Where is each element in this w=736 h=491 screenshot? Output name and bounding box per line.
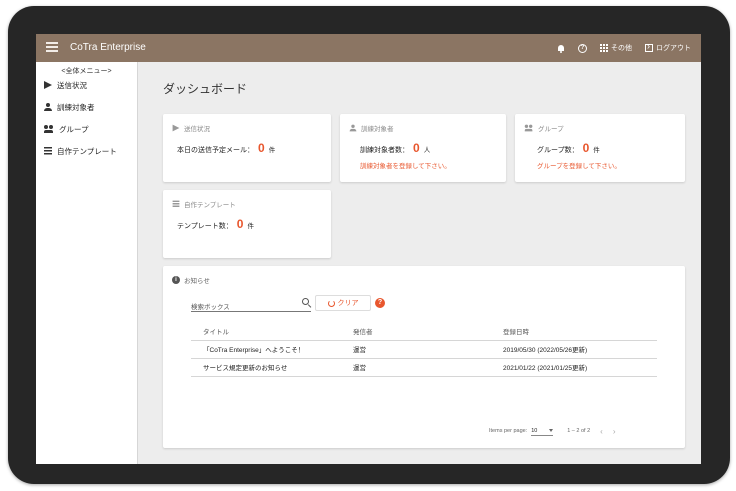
previous-page-button[interactable]: ‹ — [600, 427, 603, 436]
stat-value: 0 — [413, 141, 420, 155]
stat-label: テンプレート数： — [177, 223, 233, 230]
top-app-bar: CoTra Enterprise ? その他 ログアウト — [36, 34, 701, 62]
main-content: ダッシュボード 送信状況 本日の送信予定メール： 0 件 訓練対象者 訓練対象者… — [139, 62, 701, 464]
sidebar: <全体メニュー> 送信状況 訓練対象者 グループ 自作テンプレート — [36, 62, 138, 464]
stat-label: 本日の送信予定メール： — [177, 147, 254, 154]
templates-card: 自作テンプレート テンプレート数： 0 件 — [163, 190, 331, 258]
page-size-value: 10 — [531, 427, 538, 434]
groups-warning: グループを登録して下さい。 — [537, 163, 621, 170]
send-icon — [172, 124, 180, 132]
notices-card: i お知らせ クリア ? タイトル 発信者 — [163, 266, 685, 448]
card-header: 自作テンプレート — [172, 199, 236, 209]
sidebar-item-label: 自作テンプレート — [57, 146, 117, 156]
other-menu-button[interactable]: その他 — [600, 43, 632, 53]
logout-icon — [645, 41, 653, 52]
targets-warning: 訓練対象者を登録して下さい。 — [360, 163, 451, 170]
cell-sender: 運営 — [341, 358, 491, 377]
cell-title: 「CoTra Enterprise」へようこそ！ — [191, 340, 341, 359]
card-title: お知らせ — [184, 278, 210, 285]
card-header: i お知らせ — [172, 275, 210, 285]
paginator: Items per page: 10 1 – 2 of 2 ‹ › — [489, 426, 616, 436]
stat-label: グループ数： — [537, 147, 579, 154]
page-size-select[interactable]: 10 — [531, 426, 554, 436]
search-icon[interactable] — [302, 298, 309, 305]
cell-title: サービス規定更新のお知らせ — [191, 358, 341, 377]
card-header: 送信状況 — [172, 123, 210, 133]
group-icon — [524, 124, 534, 132]
clear-button-label: クリア — [337, 300, 359, 307]
stat-label: 訓練対象者数： — [360, 147, 409, 154]
table-header-row: タイトル 発信者 登録日時 — [191, 322, 657, 341]
group-icon — [44, 125, 54, 133]
sidebar-item-label: 訓練対象者 — [57, 102, 95, 112]
help-icon[interactable]: ? — [375, 298, 385, 308]
column-header-sender[interactable]: 発信者 — [341, 322, 491, 341]
refresh-icon — [327, 299, 335, 307]
stat-unit: 件 — [247, 223, 254, 230]
table-row[interactable]: サービス規定更新のお知らせ 運営 2021/01/22 (2021/01/25更… — [191, 358, 657, 377]
list-icon — [44, 147, 52, 155]
other-menu-label: その他 — [611, 45, 632, 52]
grid-icon — [600, 44, 608, 52]
stat-unit: 件 — [268, 147, 276, 154]
stat-unit: 人 — [423, 147, 431, 154]
top-actions: ? その他 ログアウト — [557, 34, 691, 62]
stat-value: 0 — [258, 141, 265, 155]
groups-card: グループ グループ数： 0 件 グループを登録して下さい。 — [515, 114, 685, 182]
card-header: 訓練対象者 — [349, 123, 394, 133]
send-status-card: 送信状況 本日の送信予定メール： 0 件 — [163, 114, 331, 182]
card-title: 自作テンプレート — [184, 202, 236, 209]
sidebar-item-label: 送信状況 — [57, 80, 87, 90]
groups-stat: グループ数： 0 件 — [537, 141, 600, 155]
sidebar-item-targets[interactable]: 訓練対象者 — [36, 96, 137, 118]
sidebar-item-send-status[interactable]: 送信状況 — [36, 74, 137, 96]
bell-icon — [557, 44, 565, 53]
sidebar-item-templates[interactable]: 自作テンプレート — [36, 140, 137, 162]
cell-sender: 運営 — [341, 340, 491, 359]
card-title: 送信状況 — [184, 126, 210, 133]
device-frame: CoTra Enterprise ? その他 ログアウト — [0, 0, 736, 491]
list-icon — [172, 200, 180, 208]
logout-button[interactable]: ログアウト — [645, 41, 691, 53]
help-button[interactable]: ? — [578, 43, 587, 53]
card-title: グループ — [538, 126, 564, 133]
cell-date: 2021/01/22 (2021/01/25更新) — [491, 358, 657, 377]
info-icon: i — [172, 276, 180, 284]
table-row[interactable]: 「CoTra Enterprise」へようこそ！ 運営 2019/05/30 (… — [191, 340, 657, 359]
stat-value: 0 — [236, 217, 244, 231]
page-range-label: 1 – 2 of 2 — [567, 428, 591, 434]
hamburger-menu-icon[interactable] — [46, 42, 58, 54]
notices-table: タイトル 発信者 登録日時 「CoTra Enterprise」へようこそ！ 運… — [191, 322, 657, 377]
column-header-date[interactable]: 登録日時 — [491, 322, 657, 341]
card-title: 訓練対象者 — [361, 126, 394, 133]
chevron-down-icon — [549, 429, 554, 432]
sidebar-item-groups[interactable]: グループ — [36, 118, 137, 140]
items-per-page-label: Items per page: — [489, 428, 528, 434]
next-page-button[interactable]: › — [613, 427, 616, 436]
cell-date: 2019/05/30 (2022/05/26更新) — [491, 340, 657, 359]
person-icon — [349, 124, 357, 132]
help-circle-icon: ? — [578, 43, 587, 53]
search-input[interactable] — [191, 300, 291, 315]
logout-label: ログアウト — [656, 45, 691, 52]
page-title: ダッシュボード — [163, 82, 248, 96]
notifications-button[interactable] — [557, 44, 565, 53]
person-icon — [44, 103, 52, 111]
app-title: CoTra Enterprise — [70, 42, 146, 53]
send-icon — [44, 81, 52, 89]
stat-unit: 件 — [593, 147, 600, 154]
targets-stat: 訓練対象者数： 0 人 — [360, 141, 430, 155]
stat-value: 0 — [582, 141, 590, 155]
search-box — [191, 296, 311, 315]
card-header: グループ — [524, 123, 564, 133]
column-header-title[interactable]: タイトル — [191, 322, 341, 341]
send-stat: 本日の送信予定メール： 0 件 — [177, 141, 275, 155]
templates-stat: テンプレート数： 0 件 — [177, 217, 254, 231]
screen: CoTra Enterprise ? その他 ログアウト — [36, 34, 701, 464]
targets-card: 訓練対象者 訓練対象者数： 0 人 訓練対象者を登録して下さい。 — [340, 114, 506, 182]
sidebar-header: <全体メニュー> — [61, 68, 112, 75]
sidebar-item-label: グループ — [59, 124, 89, 134]
clear-button[interactable]: クリア — [315, 295, 371, 311]
